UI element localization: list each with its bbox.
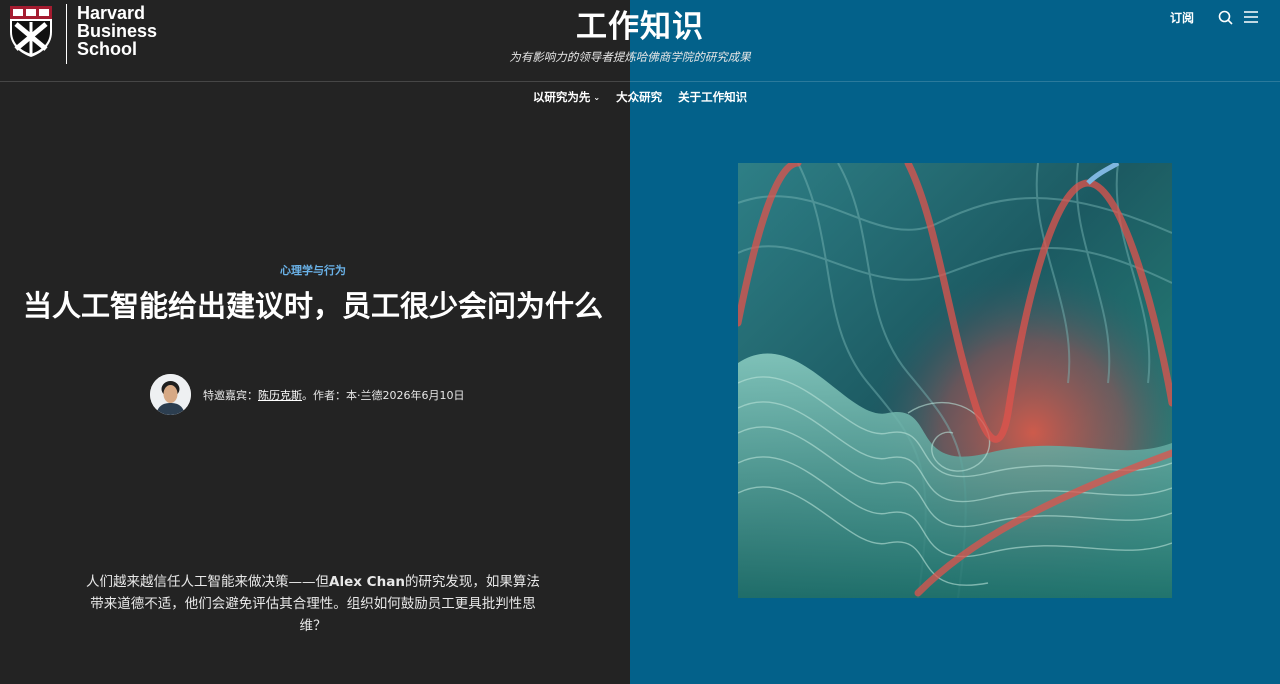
site-title[interactable]: 工作知识: [0, 8, 1280, 46]
author-link[interactable]: 陈历克斯: [258, 389, 302, 402]
nav-item-label: 以研究为先: [532, 90, 591, 104]
nav-item-label: 大众研究: [616, 90, 663, 104]
article-headline: 当人工智能给出建议时，员工很少会问为什么: [22, 289, 603, 323]
nav-item-label: 关于工作知识: [678, 90, 748, 104]
article-dek: 人们越来越信任人工智能来做决策——但Alex Chan的研究发现，如果算法带来道…: [80, 571, 546, 637]
search-icon[interactable]: [1216, 8, 1234, 26]
nav-item-research-first[interactable]: 以研究为先 ⌄: [533, 89, 600, 105]
subscribe-link[interactable]: 订阅: [1170, 9, 1194, 26]
byline-text: 特邀嘉宾：陈历克斯。作者：本·兰德2026年6月10日: [203, 387, 465, 403]
site-header: Harvard Business School 工作知识 为有影响力的领导者提炼…: [0, 0, 1280, 82]
site-tagline: 为有影响力的领导者提炼哈佛商学院的研究成果: [509, 50, 751, 64]
primary-nav: 以研究为先 ⌄ 大众研究 关于工作知识: [0, 88, 1280, 106]
utility-nav: 订阅: [1170, 8, 1260, 26]
byline-suffix: 。作者：本·兰德2026年6月10日: [302, 388, 465, 402]
menu-icon[interactable]: [1242, 8, 1260, 26]
dek-text-1: 人们越来越信任人工智能来做决策——但: [86, 574, 330, 590]
article-byline: 特邀嘉宾：陈历克斯。作者：本·兰德2026年6月10日: [150, 374, 465, 415]
author-avatar: [150, 374, 191, 415]
byline-prefix: 特邀嘉宾：: [203, 388, 258, 402]
nav-item-popular-research[interactable]: 大众研究: [616, 89, 662, 105]
chevron-down-icon: ⌄: [593, 92, 601, 102]
nav-item-about[interactable]: 关于工作知识: [678, 89, 747, 105]
hero-image: [738, 163, 1172, 598]
dek-author-name: Alex Chan: [329, 574, 405, 590]
article-category[interactable]: 心理学与行为: [0, 262, 626, 278]
